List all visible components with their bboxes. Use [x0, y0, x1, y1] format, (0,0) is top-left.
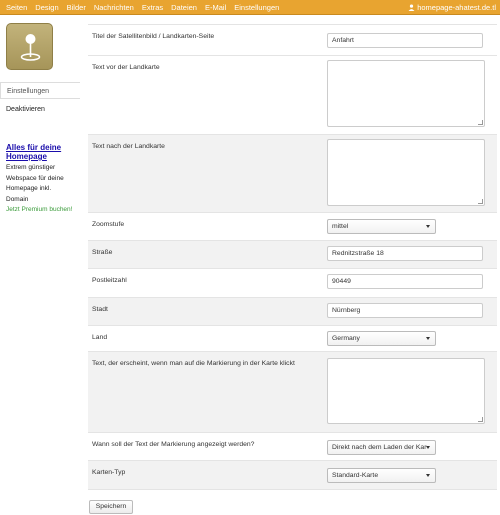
text-after-label: Text nach der Landkarte — [92, 143, 165, 150]
country-select[interactable]: Germany — [327, 331, 436, 346]
marker-when-select[interactable]: Direkt nach dem Laden der Kar — [327, 440, 436, 455]
nav-seiten[interactable]: Seiten — [2, 0, 31, 15]
row-marker-when: Wann soll der Text der Markierung angeze… — [88, 432, 497, 460]
promo-title-line2: Homepage — [6, 152, 47, 161]
map-pin-icon — [20, 34, 41, 61]
map-type-label: Karten-Typ — [92, 469, 126, 476]
row-city: Stadt Nürnberg — [88, 297, 497, 325]
title-label: Titel der Satellitenbild / Landkarten-Se… — [92, 33, 215, 40]
nav-extras[interactable]: Extras — [138, 0, 167, 15]
marker-when-label: Wann soll der Text der Markierung angeze… — [92, 441, 255, 448]
row-marker-text: Text, der erscheint, wenn man auf die Ma… — [88, 351, 497, 432]
zoom-label: Zoomstufe — [92, 221, 125, 228]
user-site-name: homepage-ahatest.de.tl — [417, 3, 496, 12]
promo-text-1: Extrem günstiger — [6, 164, 56, 171]
nav-email[interactable]: E-Mail — [201, 0, 230, 15]
top-nav-bar: Seiten Design Bilder Nachrichten Extras … — [0, 0, 500, 15]
nav-design[interactable]: Design — [31, 0, 62, 15]
text-after-textarea[interactable] — [327, 139, 485, 206]
marker-text-textarea[interactable] — [327, 358, 485, 424]
map-module-logo — [6, 23, 53, 70]
sidebar-item-deaktivieren[interactable]: Deaktivieren — [0, 101, 80, 118]
sidebar-item-einstellungen[interactable]: Einstellungen — [0, 82, 80, 99]
row-map-type: Karten-Typ Standard-Karte — [88, 460, 497, 490]
dropdown-arrow-icon — [426, 225, 430, 228]
zoom-select[interactable]: mittel — [327, 219, 436, 234]
street-input[interactable]: Rednitzstraße 18 — [327, 246, 483, 261]
sidebar: Einstellungen Deaktivieren Alles für dei… — [0, 15, 80, 515]
row-zip: Postleitzahl 90449 — [88, 268, 497, 297]
map-type-value: Standard-Karte — [332, 472, 379, 479]
promo-title[interactable]: Alles für deine Homepage — [6, 143, 78, 161]
nav-nachrichten[interactable]: Nachrichten — [90, 0, 138, 15]
street-label: Straße — [92, 249, 113, 256]
nav-bilder[interactable]: Bilder — [63, 0, 90, 15]
dropdown-arrow-icon — [426, 446, 430, 449]
city-input[interactable]: Nürnberg — [327, 303, 483, 318]
marker-text-label: Text, der erscheint, wenn man auf die Ma… — [92, 360, 295, 367]
row-text-after: Text nach der Landkarte — [88, 134, 497, 212]
row-text-before: Text vor der Landkarte — [88, 55, 497, 134]
promo-text-3: Homepage inkl. — [6, 185, 52, 192]
promo-text-2: Webspace für deine — [6, 174, 64, 182]
premium-link[interactable]: Jetzt Premium buchen! — [6, 205, 78, 216]
nav-dateien[interactable]: Dateien — [167, 0, 201, 15]
zip-label: Postleitzahl — [92, 277, 127, 284]
promo-title-line1: Alles für deine — [6, 143, 62, 152]
map-settings-form: Titel der Satellitenbild / Landkarten-Se… — [88, 24, 497, 490]
city-label: Stadt — [92, 306, 108, 313]
row-zoom: Zoomstufe mittel — [88, 212, 497, 240]
user-account-link[interactable]: homepage-ahatest.de.tl — [408, 0, 496, 15]
zoom-value: mittel — [332, 223, 349, 230]
marker-when-value: Direkt nach dem Laden der Kar — [332, 444, 427, 451]
zip-input[interactable]: 90449 — [327, 274, 483, 289]
promo-text-4: Domain — [6, 195, 29, 203]
main-nav: Seiten Design Bilder Nachrichten Extras … — [2, 0, 283, 15]
text-before-label: Text vor der Landkarte — [92, 64, 160, 71]
user-icon — [408, 4, 415, 11]
text-before-textarea[interactable] — [327, 60, 485, 127]
dropdown-arrow-icon — [426, 337, 430, 340]
save-button[interactable]: Speichern — [89, 500, 133, 514]
row-street: Straße Rednitzstraße 18 — [88, 240, 497, 268]
dropdown-arrow-icon — [426, 474, 430, 477]
nav-einstellungen[interactable]: Einstellungen — [230, 0, 283, 15]
row-title: Titel der Satellitenbild / Landkarten-Se… — [88, 24, 497, 55]
side-menu: Einstellungen Deaktivieren — [0, 82, 80, 118]
row-country: Land Germany — [88, 325, 497, 351]
country-label: Land — [92, 334, 108, 341]
title-input[interactable]: Anfahrt — [327, 33, 483, 48]
country-value: Germany — [332, 335, 360, 342]
map-type-select[interactable]: Standard-Karte — [327, 468, 436, 483]
premium-promo: Alles für deine Homepage Extrem günstige… — [6, 143, 78, 216]
